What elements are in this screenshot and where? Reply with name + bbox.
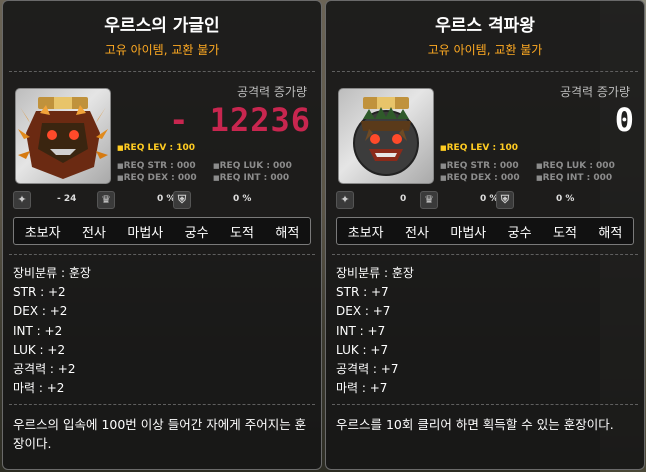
stat-line: 공격력 : +7: [336, 362, 399, 377]
item-description: 우르스의 입속에 100번 이상 들어간 자에게 주어지는 훈장이다.: [13, 417, 307, 451]
req-dex: REQ DEX : 000: [117, 173, 213, 183]
bonus-stat-row: ✦ 0 ♛ 0 % ⛨ 0 %: [336, 191, 636, 209]
divider: [332, 71, 638, 72]
item-tooltip-right: 우르스 격파왕 고유 아이템, 교환 불가 공격력 증가량 0 REQ LEV …: [325, 0, 645, 470]
stat-line: DEX : +2: [13, 304, 68, 319]
wing-icon: ✦: [336, 191, 354, 209]
attack-increase-value: 0: [614, 101, 634, 139]
job-magician: 마법사: [127, 225, 164, 241]
attack-increase-value: - 12236: [169, 101, 311, 139]
req-int: REQ INT : 000: [213, 173, 303, 183]
item-stats: 장비분류 : 훈장 STR : +7 DEX : +7 INT : +7 LUK…: [336, 264, 414, 398]
item-description: 우르스를 10회 클리어 하면 획득할 수 있는 훈장이다.: [336, 417, 614, 432]
job-beginner: 초보자: [347, 225, 384, 241]
job-thief: 도적: [553, 225, 577, 241]
item-stats: 장비분류 : 훈장 STR : +2 DEX : +2 INT : +2 LUK…: [13, 264, 91, 398]
item-tradability: 고유 아이템, 교환 불가: [427, 43, 543, 57]
stat-line: 공격력 : +2: [13, 362, 76, 377]
job-beginner: 초보자: [24, 225, 61, 241]
job-magician: 마법사: [450, 225, 487, 241]
req-dex: REQ DEX : 000: [440, 173, 536, 183]
job-requirements: 초보자 전사 마법사 궁수 도적 해적: [13, 217, 311, 245]
stat-line: 마력 : +7: [336, 381, 388, 396]
ursus-slayer-medal-icon: [338, 88, 434, 184]
req-luk: REQ LUK : 000: [213, 161, 303, 171]
item-name: 우르스의 가글인: [104, 16, 220, 36]
divider: [332, 254, 638, 255]
stat-line: LUK : +7: [336, 342, 389, 357]
wing-icon: ✦: [13, 191, 31, 209]
stat-line: INT : +7: [336, 323, 386, 338]
stat-value: - 24: [57, 194, 77, 204]
req-int: REQ INT : 000: [536, 173, 626, 183]
job-archer: 궁수: [184, 225, 209, 241]
stat-line: INT : +2: [13, 323, 63, 338]
stat-value: 0 %: [556, 194, 575, 204]
job-thief: 도적: [230, 225, 254, 241]
job-warrior: 전사: [82, 225, 106, 241]
item-tradability: 고유 아이템, 교환 불가: [104, 43, 220, 57]
stat-value: 0: [400, 194, 407, 204]
req-stats: REQ STR : 000 REQ LUK : 000 REQ DEX : 00…: [440, 161, 626, 183]
crown-icon: ♛: [97, 191, 115, 209]
stat-line: LUK : +2: [13, 342, 66, 357]
req-luk: REQ LUK : 000: [536, 161, 626, 171]
job-requirements: 초보자 전사 마법사 궁수 도적 해적: [336, 217, 634, 245]
req-str: REQ STR : 000: [117, 161, 213, 171]
stat-line: STR : +7: [336, 285, 389, 300]
bonus-stat-row: ✦ - 24 ♛ 0 % ⛨ 0 %: [13, 191, 313, 209]
crown-icon: ♛: [420, 191, 438, 209]
item-tooltip-left: 우르스의 가글인 고유 아이템, 교환 불가 공격력 증가량 - 12236 R…: [2, 0, 322, 470]
job-pirate: 해적: [598, 225, 623, 241]
stat-line: 장비분류 : 훈장: [336, 266, 414, 280]
attack-increase-label: 공격력 증가량: [236, 85, 307, 99]
stat-line: DEX : +7: [336, 304, 391, 319]
divider: [9, 404, 315, 405]
attack-increase-label: 공격력 증가량: [559, 85, 630, 99]
job-archer: 궁수: [507, 225, 532, 241]
shield-icon: ⛨: [173, 191, 191, 209]
shield-icon: ⛨: [496, 191, 514, 209]
divider: [9, 71, 315, 72]
stat-value: 0 %: [233, 194, 252, 204]
req-stats: REQ STR : 000 REQ LUK : 000 REQ DEX : 00…: [117, 161, 303, 183]
req-level: REQ LEV : 100: [117, 143, 195, 153]
ursus-gargoyle-medal-icon: [15, 88, 111, 184]
stat-line: 장비분류 : 훈장: [13, 266, 91, 280]
stat-line: STR : +2: [13, 285, 66, 300]
divider: [9, 254, 315, 255]
job-pirate: 해적: [275, 225, 300, 241]
req-str: REQ STR : 000: [440, 161, 536, 171]
job-warrior: 전사: [405, 225, 429, 241]
req-level: REQ LEV : 100: [440, 143, 518, 153]
stat-line: 마력 : +2: [13, 381, 65, 396]
divider: [332, 404, 638, 405]
item-name: 우르스 격파왕: [435, 16, 535, 36]
